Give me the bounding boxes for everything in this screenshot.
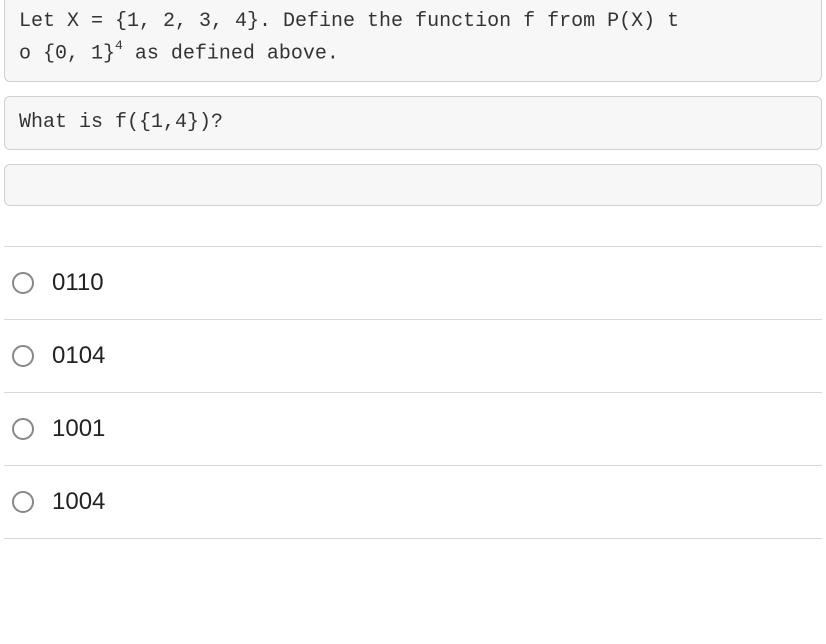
question-text: What is f({1,4})?	[19, 111, 223, 134]
option-label: 0104	[52, 342, 105, 370]
option-2[interactable]: 1001	[4, 393, 822, 466]
radio-icon[interactable]	[12, 272, 34, 294]
option-3[interactable]: 1004	[4, 466, 822, 539]
option-1[interactable]: 0104	[4, 320, 822, 393]
options-list: 0110 0104 1001 1004	[4, 246, 822, 539]
option-label: 0110	[52, 269, 104, 297]
radio-icon[interactable]	[12, 418, 34, 440]
question-box: What is f({1,4})?	[4, 96, 822, 150]
context-line2-pre: o {0, 1}	[19, 43, 115, 66]
context-line1: Let X = {1, 2, 3, 4}. Define the functio…	[19, 10, 679, 33]
option-label: 1001	[52, 415, 105, 443]
context-superscript: 4	[115, 38, 123, 53]
radio-icon[interactable]	[12, 345, 34, 367]
option-0[interactable]: 0110	[4, 246, 822, 320]
option-label: 1004	[52, 488, 105, 516]
radio-icon[interactable]	[12, 491, 34, 513]
answer-input-box[interactable]	[4, 164, 822, 206]
context-line2-post: as defined above.	[123, 43, 339, 66]
context-box: Let X = {1, 2, 3, 4}. Define the functio…	[4, 0, 822, 82]
